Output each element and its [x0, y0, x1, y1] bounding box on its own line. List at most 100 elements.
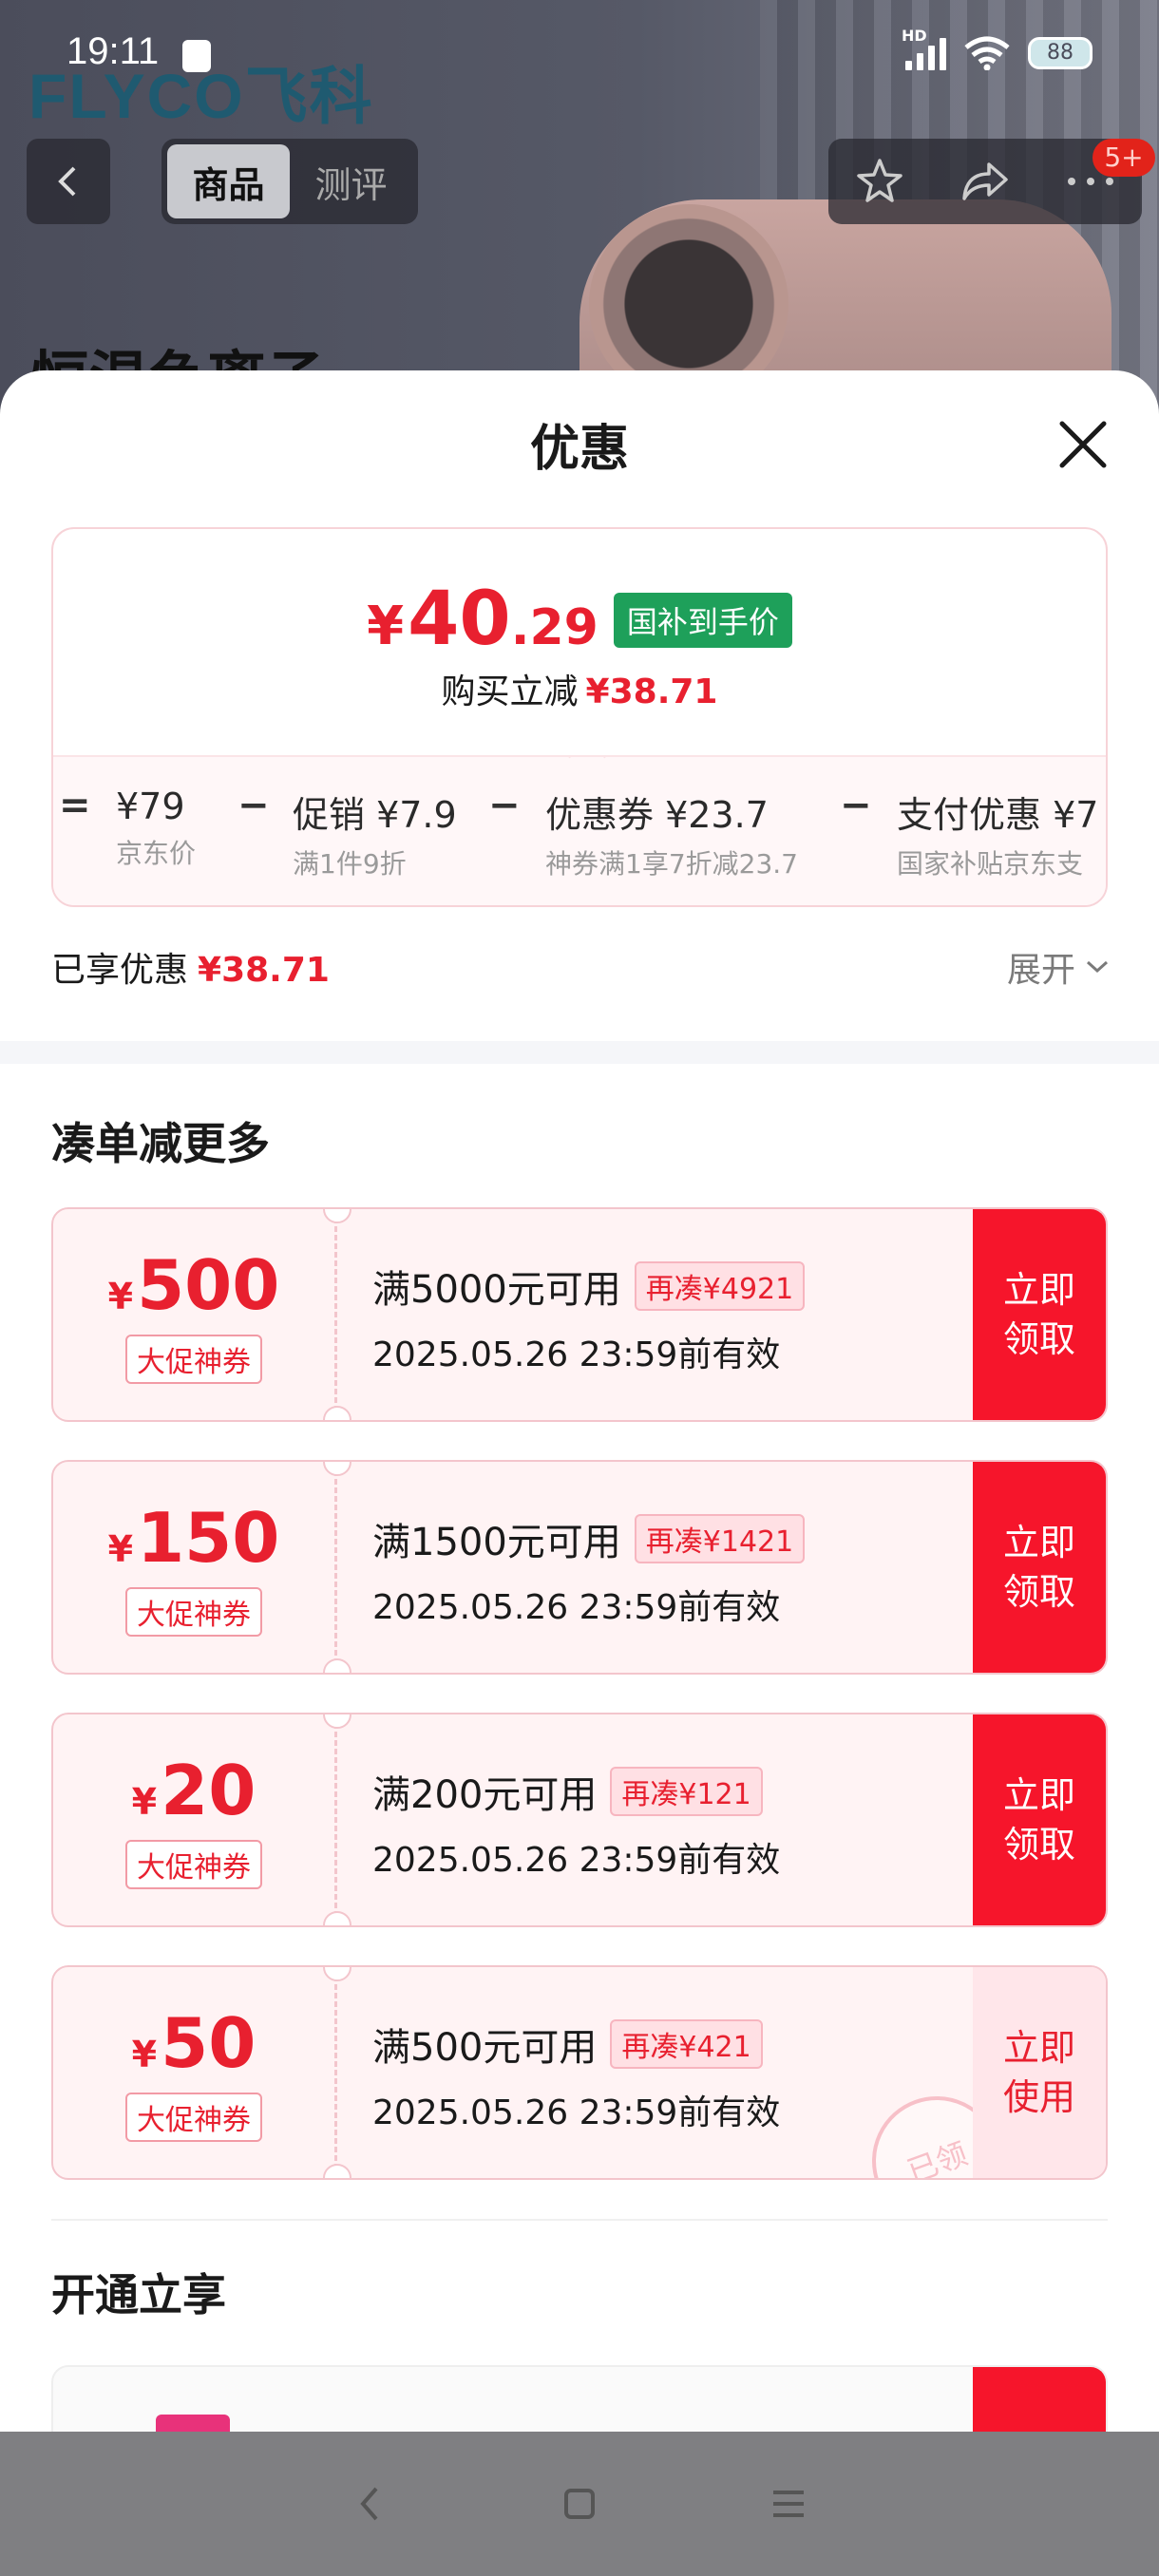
coupon-condition: 满5000元可用 — [372, 1268, 621, 1312]
coupon-validity: 2025.05.26 23:59前有效 — [372, 1841, 781, 1880]
notification-book-icon — [182, 40, 211, 72]
reduction-amount: ¥38.71 — [585, 672, 718, 711]
use-coupon-button[interactable]: 立即 使用 — [973, 1967, 1106, 2178]
price-breakdown: = ¥79 京东价 − 促销 ¥7.9 满1件9折 − 优惠券 ¥23.7 神券… — [53, 755, 1106, 905]
breakdown-item-sub: 国家补贴京东支 — [897, 848, 1084, 880]
breakdown-operator: − — [488, 784, 521, 827]
coupon-card: ¥500 大促神券 满5000元可用 再凑¥4921 2025.05.26 23… — [51, 1207, 1108, 1422]
coupon-card: ¥20 大促神券 满200元可用 再凑¥121 2025.05.26 23:59… — [51, 1713, 1108, 1927]
membership-card — [51, 2365, 1108, 2432]
price-currency: ¥ — [367, 596, 405, 657]
star-icon[interactable] — [853, 155, 906, 208]
coupon-currency: ¥ — [131, 2034, 158, 2075]
share-icon[interactable] — [957, 155, 1014, 208]
enjoyed-amount: ¥38.71 — [198, 951, 330, 990]
coupon-details: 满5000元可用 再凑¥4921 2025.05.26 23:59前有效 — [372, 1259, 806, 1376]
page-tab-switcher: 商品 测评 — [162, 139, 418, 224]
coupon-notch — [323, 2164, 352, 2178]
coupon-amount-number: 500 — [137, 1245, 280, 1325]
coupon-type-tag: 大促神券 — [125, 1840, 262, 1889]
coupon-currency: ¥ — [107, 1528, 134, 1570]
breakdown-item-payment: 支付优惠 ¥7 国家补贴京东支 — [897, 786, 1098, 881]
coupon-notch — [323, 1911, 352, 1925]
close-icon[interactable] — [1054, 416, 1112, 473]
coupon-type-tag: 大促神券 — [125, 1587, 262, 1637]
signal-icon: HD — [902, 27, 946, 70]
coupon-condition-row: 满200元可用 再凑¥121 — [372, 1764, 780, 1819]
section-divider — [51, 2219, 1108, 2221]
coupon-amount-number: 20 — [161, 1751, 256, 1830]
coupon-validity: 2025.05.26 23:59前有效 — [372, 1335, 781, 1374]
coupon-currency: ¥ — [131, 1781, 158, 1823]
tab-review[interactable]: 测评 — [290, 144, 412, 218]
breakdown-item-promotion: 促销 ¥7.9 满1件9折 — [293, 786, 457, 881]
purchase-reduction: 购买立减 ¥38.71 — [53, 664, 1106, 713]
coupon-condition: 满200元可用 — [372, 1773, 598, 1817]
claim-coupon-button[interactable]: 立即 领取 — [973, 1714, 1106, 1925]
coupon-dashed-separator — [334, 1714, 337, 1925]
section-title-membership: 开通立享 — [51, 2269, 226, 2320]
coupon-card: ¥150 大促神券 满1500元可用 再凑¥1421 2025.05.26 23… — [51, 1460, 1108, 1675]
breakdown-item-coupon: 优惠券 ¥23.7 神券满1享7折减23.7 — [545, 786, 798, 881]
chevron-down-icon — [1086, 960, 1109, 974]
coupon-remaining-badge: 再凑¥4921 — [634, 1261, 806, 1311]
wifi-icon — [964, 36, 1010, 70]
coupon-remaining-badge: 再凑¥421 — [610, 2019, 763, 2069]
coupon-remaining-badge: 再凑¥121 — [610, 1767, 763, 1816]
breakdown-item-sub: 神券满1享7折减23.7 — [545, 848, 798, 880]
cart-badge: 5+ — [1092, 139, 1155, 177]
expand-button[interactable]: 展开 — [1007, 942, 1110, 992]
nav-home-icon[interactable] — [560, 2485, 598, 2523]
coupon-details: 满1500元可用 再凑¥1421 2025.05.26 23:59前有效 — [372, 1511, 806, 1629]
coupon-notch — [323, 1658, 352, 1673]
coupon-details: 满200元可用 再凑¥121 2025.05.26 23:59前有效 — [372, 1764, 780, 1882]
expand-label: 展开 — [1006, 951, 1075, 990]
coupon-dashed-separator — [334, 1967, 337, 2178]
status-indicators: HD 88 — [902, 27, 1092, 70]
coupon-type-tag: 大促神券 — [125, 2093, 262, 2142]
price-decimal: .29 — [510, 599, 598, 656]
breakdown-item-jd-price: ¥79 京东价 — [116, 786, 196, 871]
discount-sheet: 优惠 ¥ 40 .29 国补到手价 购买立减 ¥38.71 = ¥79 京东价 −… — [0, 370, 1159, 2432]
coupon-validity: 2025.05.26 23:59前有效 — [372, 1588, 781, 1627]
claim-coupon-button[interactable]: 立即 领取 — [973, 1209, 1106, 1420]
breakdown-operator: − — [840, 784, 872, 827]
breakdown-item-sub: 京东价 — [116, 838, 197, 869]
system-navigation-bar — [0, 2432, 1159, 2576]
coupon-amount-number: 150 — [137, 1498, 280, 1578]
status-bar: 19:11 HD 88 — [0, 0, 1159, 104]
breakdown-item-title: ¥79 — [116, 786, 185, 827]
nav-menu-icon[interactable] — [770, 2487, 808, 2521]
coupon-amount-number: 50 — [161, 2003, 256, 2083]
back-button[interactable] — [27, 139, 110, 224]
membership-cta-button[interactable] — [973, 2367, 1106, 2432]
coupon-amount: ¥150 — [108, 1498, 280, 1578]
coupon-validity: 2025.05.26 23:59前有效 — [372, 2093, 781, 2132]
coupon-value: ¥20 大促神券 — [53, 1714, 334, 1925]
coupon-value: ¥500 大促神券 — [53, 1209, 334, 1420]
coupon-value: ¥50 大促神券 — [53, 1967, 334, 2178]
coupon-dashed-separator — [334, 1462, 337, 1673]
claim-coupon-button[interactable]: 立即 领取 — [973, 1462, 1106, 1673]
section-divider — [0, 1041, 1159, 1064]
breakdown-operator: = — [59, 784, 91, 827]
breakdown-item-title: 支付优惠 ¥7 — [897, 794, 1099, 836]
tab-product[interactable]: 商品 — [167, 144, 290, 218]
coupon-dashed-separator — [334, 1209, 337, 1420]
nav-back-icon[interactable] — [352, 2483, 390, 2525]
coupon-amount: ¥500 — [108, 1245, 280, 1325]
breakdown-item-sub: 满1件9折 — [293, 848, 407, 880]
coupon-type-tag: 大促神券 — [125, 1335, 262, 1384]
coupon-notch — [323, 1406, 352, 1420]
coupon-amount: ¥20 — [132, 1751, 256, 1830]
coupon-condition: 满1500元可用 — [372, 1521, 621, 1564]
breakdown-item-title: 优惠券 ¥23.7 — [545, 794, 769, 836]
coupon-card: ¥50 大促神券 满500元可用 再凑¥421 2025.05.26 23:59… — [51, 1965, 1108, 2180]
sheet-title: 优惠 — [529, 421, 629, 478]
enjoyed-label: 已享优惠 — [51, 951, 189, 990]
coupon-value: ¥150 大促神券 — [53, 1462, 334, 1673]
breakdown-notch — [568, 757, 606, 776]
final-price: ¥ 40 .29 国补到手价 — [53, 577, 1106, 662]
coupon-remaining-badge: 再凑¥1421 — [634, 1514, 806, 1563]
membership-card-icon — [156, 2415, 230, 2432]
